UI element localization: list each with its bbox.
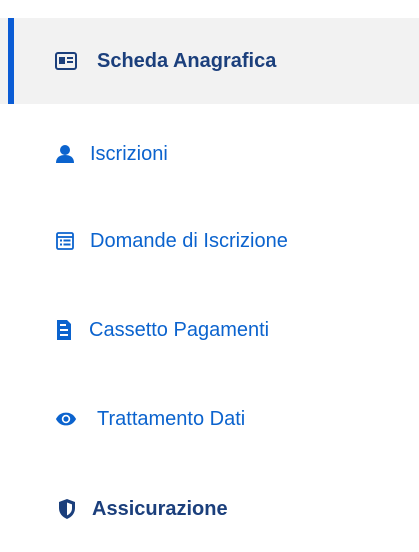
sidebar-item-label: Scheda Anagrafica bbox=[97, 49, 277, 72]
document-icon bbox=[53, 319, 75, 341]
id-card-icon bbox=[55, 50, 77, 72]
form-icon bbox=[54, 230, 76, 252]
sidebar-item-label: Domande di Iscrizione bbox=[90, 229, 288, 252]
sidebar-item-assicurazione[interactable]: Assicurazione bbox=[0, 466, 419, 552]
sidebar-item-cassetto-pagamenti[interactable]: Cassetto Pagamenti bbox=[0, 287, 419, 373]
sidebar-item-scheda-anagrafica[interactable]: Scheda Anagrafica bbox=[0, 18, 419, 104]
sidebar-item-label: Iscrizioni bbox=[90, 142, 168, 165]
sidebar-nav: Scheda Anagrafica Iscrizioni Domande di … bbox=[0, 0, 419, 529]
sidebar-item-label: Assicurazione bbox=[92, 497, 228, 520]
sidebar-item-trattamento-dati[interactable]: Trattamento Dati bbox=[0, 376, 419, 462]
user-icon bbox=[54, 143, 76, 165]
sidebar-item-label: Trattamento Dati bbox=[97, 407, 246, 430]
shield-icon bbox=[56, 498, 78, 520]
sidebar-item-iscrizioni[interactable]: Iscrizioni bbox=[0, 111, 419, 197]
eye-icon bbox=[55, 408, 77, 430]
sidebar-item-domande-di-iscrizione[interactable]: Domande di Iscrizione bbox=[0, 198, 419, 284]
sidebar-item-label: Cassetto Pagamenti bbox=[89, 318, 270, 341]
